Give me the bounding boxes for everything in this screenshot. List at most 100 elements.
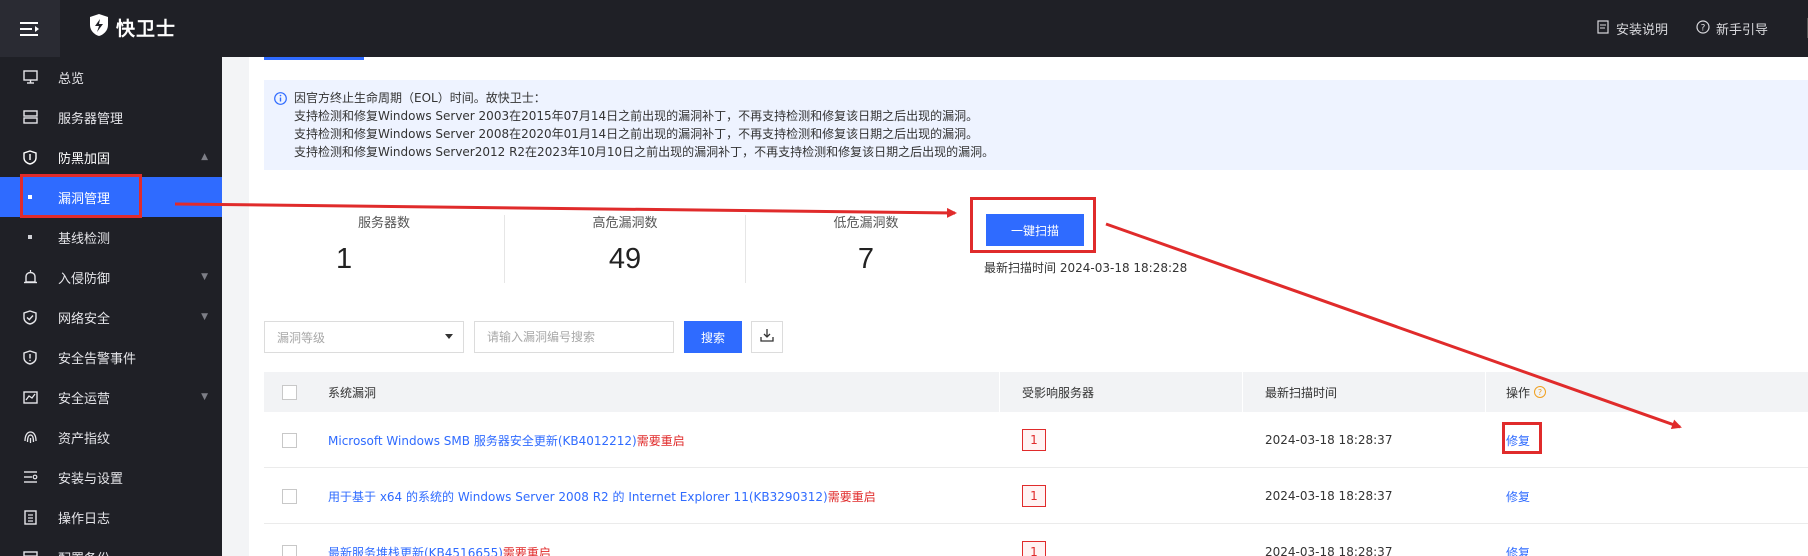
notice-line: 支持检测和修复Windows Server2012 R2在2023年10月10日… (294, 145, 995, 159)
sidebar: 总览 服务器管理 防黑加固 ▲ 漏洞管理 基线检测 入侵防御 ▼ 网络安全 ▼ … (0, 57, 222, 556)
sidebar-item-install-settings[interactable]: 安装与设置 (0, 457, 222, 497)
scan-highlight-box (970, 197, 1096, 253)
stat-low-risk: 低危漏洞数 7 (746, 197, 986, 337)
sidebar-item-asset-fingerprint[interactable]: 资产指纹 (0, 417, 222, 457)
stat-value: 7 (857, 243, 875, 275)
app-logo[interactable]: 快卫士 (88, 13, 176, 41)
column-header: 系统漏洞 (328, 385, 377, 400)
chevron-down-icon: ▼ (201, 272, 208, 282)
beginner-guide-link[interactable]: ? 新手引导 (1696, 19, 1768, 38)
server-icon (22, 109, 38, 125)
sidebar-item-baseline-check[interactable]: 基线检测 (0, 217, 222, 257)
column-header: 最新扫描时间 (1265, 385, 1338, 400)
affected-server-count[interactable]: 1 (1022, 485, 1046, 507)
stat-server-count: 服务器数 1 (264, 197, 504, 337)
reboot-required-tag: 需要重启 (827, 489, 876, 504)
sidebar-item-server-management[interactable]: 服务器管理 (0, 97, 222, 137)
reboot-required-tag: 需要重启 (636, 433, 685, 448)
sidebar-item-label: 基线检测 (58, 231, 111, 247)
sidebar-item-hardening[interactable]: 防黑加固 ▲ (0, 137, 222, 177)
notice-line: 支持检测和修复Windows Server 2003在2015年07月14日之前… (294, 109, 979, 123)
shield-icon (22, 149, 38, 165)
last-scan-time: 2024-03-18 18:28:28 (1059, 261, 1188, 275)
sidebar-item-label: 服务器管理 (58, 111, 124, 127)
row-checkbox[interactable] (282, 432, 297, 448)
download-button[interactable] (751, 321, 783, 353)
chart-box-icon (22, 389, 38, 405)
eol-notice: 因官方终止生命周期（EOL）时间。故快卫士： 支持检测和修复Windows Se… (264, 80, 1808, 170)
settings-list-icon (22, 469, 38, 485)
fix-highlight-box (1502, 422, 1542, 454)
content-panel: 因官方终止生命周期（EOL）时间。故快卫士： 支持检测和修复Windows Se… (249, 57, 1808, 556)
shield-check-icon (22, 309, 38, 325)
last-scan-info: 最新扫描时间 2024-03-18 18:28:28 (984, 259, 1187, 276)
column-divider (1485, 372, 1486, 412)
search-button[interactable]: 搜索 (684, 321, 742, 353)
sidebar-item-config-backup[interactable]: 配置备份 (0, 537, 222, 556)
vuln-name-link[interactable]: Microsoft Windows SMB 服务器安全更新(KB4012212) (328, 432, 637, 449)
select-all-checkbox[interactable] (282, 384, 297, 400)
stats-panel: 服务器数 1 高危漏洞数 49 低危漏洞数 7 (264, 197, 984, 337)
caret-down-icon (445, 334, 453, 339)
affected-server-count[interactable]: 1 (1022, 541, 1046, 556)
help-circle-icon: ? (1696, 19, 1710, 38)
sidebar-item-operation-log[interactable]: 操作日志 (0, 497, 222, 537)
info-icon (274, 92, 287, 110)
sidebar-item-label: 安全告警事件 (58, 351, 137, 367)
stat-label: 服务器数 (357, 216, 410, 231)
column-divider (999, 372, 1000, 412)
reboot-required-tag: 需要重启 (502, 545, 551, 556)
vuln-level-select[interactable]: 漏洞等级 (264, 321, 464, 353)
sidebar-item-overview[interactable]: 总览 (0, 57, 222, 97)
bullet-icon (28, 235, 32, 239)
row-checkbox[interactable] (282, 544, 297, 556)
column-header: 受影响服务器 (1022, 385, 1095, 400)
column-header-action: 操作 ? (1506, 372, 1547, 412)
table-row: 用于基于 x64 的系统的 Windows Server 2008 R2 的 I… (264, 468, 1808, 524)
fingerprint-icon (22, 429, 38, 445)
sidebar-item-label: 资产指纹 (58, 431, 111, 447)
help-icon[interactable]: ? (1534, 386, 1547, 398)
sidebar-item-label: 安装与设置 (58, 471, 124, 487)
stat-value: 49 (608, 243, 642, 275)
sidebar-item-label: 操作日志 (58, 511, 111, 527)
install-guide-link[interactable]: 安装说明 (1596, 19, 1668, 38)
download-icon (760, 328, 774, 346)
monitor-icon (22, 69, 38, 85)
vuln-level-placeholder: 漏洞等级 (277, 330, 326, 345)
sidebar-item-label: 网络安全 (58, 311, 111, 327)
sidebar-item-intrusion-prevention[interactable]: 入侵防御 ▼ (0, 257, 222, 297)
column-divider (1242, 372, 1243, 412)
alarm-icon (22, 269, 38, 285)
sidebar-item-label: 配置备份 (58, 548, 110, 556)
notice-line: 支持检测和修复Windows Server 2008在2020年01月14日之前… (294, 127, 979, 141)
row-checkbox[interactable] (282, 488, 297, 504)
stat-label: 高危漏洞数 (592, 216, 658, 231)
stat-value: 1 (336, 243, 353, 275)
sidebar-item-security-alerts[interactable]: 安全告警事件 (0, 337, 222, 377)
sidebar-highlight-box (20, 174, 142, 218)
table-row: 最新服务堆栈更新(KB4516655) 需要重启 1 2024-03-18 18… (264, 524, 1808, 556)
main-area: 因官方终止生命周期（EOL）时间。故快卫士： 支持检测和修复Windows Se… (222, 57, 1808, 556)
sidebar-item-network-security[interactable]: 网络安全 ▼ (0, 297, 222, 337)
sidebar-item-label: 安全运营 (58, 391, 111, 407)
table-header: 系统漏洞 受影响服务器 最新扫描时间 操作 ? (264, 372, 1808, 412)
menu-collapse-icon[interactable] (0, 0, 60, 57)
sidebar-item-label: 总览 (58, 71, 85, 87)
affected-server-count[interactable]: 1 (1022, 429, 1046, 451)
install-guide-label: 安装说明 (1615, 23, 1668, 38)
vuln-name-link[interactable]: 最新服务堆栈更新(KB4516655) (328, 544, 503, 556)
chevron-down-icon: ▼ (201, 392, 208, 402)
vuln-id-search-input[interactable] (474, 321, 674, 353)
fix-button[interactable]: 修复 (1506, 544, 1530, 556)
fix-button[interactable]: 修复 (1506, 488, 1530, 505)
shield-logo-icon (88, 13, 110, 41)
vuln-name-link[interactable]: 用于基于 x64 的系统的 Windows Server 2008 R2 的 I… (328, 488, 828, 505)
sidebar-item-security-operations[interactable]: 安全运营 ▼ (0, 377, 222, 417)
scan-time-cell: 2024-03-18 18:28:37 (1265, 545, 1393, 556)
backup-icon (22, 549, 38, 556)
scan-time-cell: 2024-03-18 18:28:37 (1265, 433, 1393, 447)
alert-shield-icon (22, 349, 38, 365)
sidebar-item-label: 防黑加固 (58, 151, 111, 167)
table-row: Microsoft Windows SMB 服务器安全更新(KB4012212)… (264, 412, 1808, 468)
